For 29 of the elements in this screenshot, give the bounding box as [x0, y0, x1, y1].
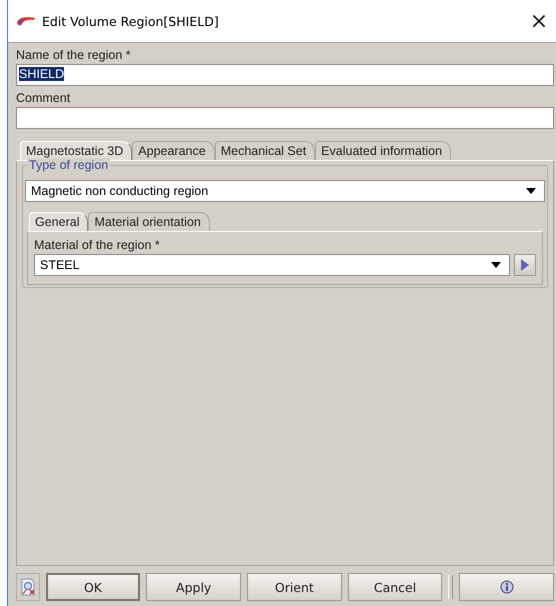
- tab[interactable]: Material orientation: [88, 212, 210, 231]
- dialog-button[interactable]: Apply: [146, 573, 242, 601]
- tab[interactable]: General: [29, 212, 88, 231]
- field-label: Material of the region *: [34, 237, 161, 254]
- dialog-button[interactable]: Orient: [247, 573, 342, 601]
- app-logo-icon: [16, 15, 36, 27]
- tab[interactable]: Evaluated information: [315, 141, 452, 160]
- field-label: Comment: [16, 90, 72, 107]
- group-legend: Type of region: [27, 158, 110, 172]
- dialog-button[interactable]: Cancel: [348, 573, 442, 601]
- tool-button[interactable]: [16, 573, 40, 601]
- region-type-dropdown[interactable]: Magnetic non conducting region: [25, 180, 545, 202]
- window-title: Edit Volume Region[SHIELD]: [42, 14, 220, 28]
- play-icon: [521, 259, 529, 271]
- dropdown-arrow-icon: [491, 262, 501, 268]
- comment-input-field[interactable]: [16, 107, 554, 129]
- info-icon: [500, 580, 514, 594]
- about-button[interactable]: [459, 573, 554, 601]
- material-dropdown[interactable]: STEEL: [34, 254, 510, 276]
- dropdown-arrow-icon: [526, 188, 536, 194]
- tab[interactable]: Magnetostatic 3D: [20, 141, 132, 160]
- tab[interactable]: Mechanical Set: [214, 141, 316, 160]
- field-label: Name of the region *: [16, 47, 132, 64]
- document-search-icon: [20, 578, 36, 596]
- open-material-button[interactable]: [514, 254, 536, 276]
- tab[interactable]: Appearance: [132, 141, 215, 160]
- dialog-button[interactable]: OK: [46, 573, 140, 601]
- close-button[interactable]: ×: [522, 8, 556, 34]
- name-input-field[interactable]: SHIELD: [16, 64, 554, 86]
